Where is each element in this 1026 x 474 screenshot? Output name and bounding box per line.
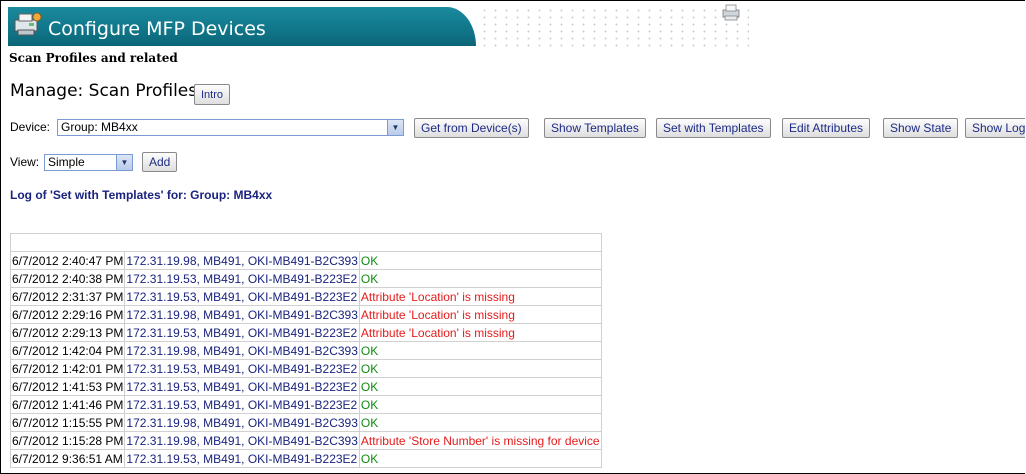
chevron-down-icon[interactable]: ▼ [387, 120, 403, 135]
log-device-cell: 172.31.19.53, MB491, OKI-MB491-B223E2 [124, 449, 360, 468]
table-row: 6/7/2012 2:29:13 PM 172.31.19.53, MB491, … [9, 323, 602, 342]
table-row: 6/7/2012 1:42:04 PM 172.31.19.98, MB491, … [9, 341, 602, 360]
table-row: 6/7/2012 1:41:46 PM 172.31.19.53, MB491, … [9, 395, 602, 414]
table-row: 6/7/2012 9:36:51 AM 172.31.19.53, MB491, … [9, 449, 602, 468]
log-time-cell: 6/7/2012 1:41:46 PM [9, 395, 126, 414]
mfp-device-icon [14, 12, 42, 36]
table-row [10, 233, 602, 252]
log-status-cell: OK [358, 269, 602, 288]
log-device-cell: 172.31.19.53, MB491, OKI-MB491-B223E2 [124, 359, 360, 378]
log-status-cell: OK [358, 377, 602, 396]
chevron-down-icon[interactable]: ▼ [116, 155, 132, 170]
log-time-cell: 6/7/2012 1:15:55 PM [9, 413, 126, 432]
log-device-cell: 172.31.19.53, MB491, OKI-MB491-B223E2 [124, 287, 360, 306]
log-time-cell: 6/7/2012 2:29:16 PM [9, 305, 126, 324]
log-status-cell: Attribute 'Location' is missing [358, 287, 602, 306]
log-time-cell: 6/7/2012 1:42:01 PM [9, 359, 126, 378]
get-from-devices-button[interactable]: Get from Device(s) [414, 118, 529, 138]
log-table-body: 6/7/2012 2:40:47 PM 172.31.19.98, MB491, … [9, 233, 602, 468]
log-time-cell: 6/7/2012 2:29:13 PM [9, 323, 126, 342]
log-time-cell: 6/7/2012 1:15:28 PM [9, 431, 126, 450]
log-heading: Log of 'Set with Templates' for: Group: … [10, 188, 273, 202]
printer-icon [722, 4, 740, 21]
log-status-cell: OK [358, 413, 602, 432]
device-select-value: Group: MB4xx [61, 120, 138, 134]
log-status-cell: Attribute 'Store Number' is missing for … [358, 431, 602, 450]
log-status-cell: OK [358, 359, 602, 378]
log-status-cell: OK [358, 251, 602, 270]
log-device-cell: 172.31.19.98, MB491, OKI-MB491-B2C393 [124, 413, 360, 432]
show-state-button[interactable]: Show State [883, 118, 959, 138]
log-time-cell: 6/7/2012 9:36:51 AM [9, 449, 126, 468]
log-device-cell: 172.31.19.53, MB491, OKI-MB491-B223E2 [124, 269, 360, 288]
log-time-cell: 6/7/2012 1:42:04 PM [9, 341, 126, 360]
table-row: 6/7/2012 2:29:16 PM 172.31.19.98, MB491, … [9, 305, 602, 324]
add-button[interactable]: Add [142, 152, 178, 172]
log-device-cell: 172.31.19.98, MB491, OKI-MB491-B2C393 [124, 341, 360, 360]
manage-heading: Manage: Scan Profiles [10, 81, 198, 101]
table-row: 6/7/2012 2:40:38 PM 172.31.19.53, MB491, … [9, 269, 602, 288]
show-templates-button[interactable]: Show Templates [544, 118, 646, 138]
table-row: 6/7/2012 1:15:55 PM 172.31.19.98, MB491, … [9, 413, 602, 432]
device-select[interactable]: Group: MB4xx ▼ [57, 119, 404, 136]
log-time-cell: 6/7/2012 2:31:37 PM [9, 287, 126, 306]
log-table: 6/7/2012 2:40:47 PM 172.31.19.98, MB491, … [9, 233, 602, 468]
page-subtitle: Scan Profiles and related [9, 51, 178, 65]
log-status-cell: OK [358, 449, 602, 468]
header-banner: Configure MFP Devices [8, 7, 476, 46]
table-row: 6/7/2012 1:42:01 PM 172.31.19.53, MB491, … [9, 359, 602, 378]
log-device-cell: 172.31.19.98, MB491, OKI-MB491-B2C393 [124, 305, 360, 324]
log-time-cell: 6/7/2012 2:40:38 PM [9, 269, 126, 288]
log-status-cell: OK [358, 395, 602, 414]
table-cell [10, 233, 602, 252]
view-label: View: [10, 155, 40, 169]
view-select-value: Simple [48, 155, 85, 169]
log-device-cell: 172.31.19.98, MB491, OKI-MB491-B2C393 [124, 251, 360, 270]
table-row: 6/7/2012 1:41:53 PM 172.31.19.53, MB491, … [9, 377, 602, 396]
edit-attributes-button[interactable]: Edit Attributes [782, 118, 871, 138]
view-select[interactable]: Simple ▼ [44, 154, 133, 171]
app-title: Configure MFP Devices [48, 18, 266, 40]
intro-button[interactable]: Intro [194, 84, 231, 105]
log-time-cell: 6/7/2012 1:41:53 PM [9, 377, 126, 396]
show-log-button[interactable]: Show Log [965, 118, 1025, 138]
log-time-cell: 6/7/2012 2:40:47 PM [9, 251, 126, 270]
device-label: Device: [10, 120, 51, 134]
log-status-cell: OK [358, 341, 602, 360]
log-device-cell: 172.31.19.53, MB491, OKI-MB491-B223E2 [124, 395, 360, 414]
log-status-cell: Attribute 'Location' is missing [358, 323, 602, 342]
table-row: 6/7/2012 2:40:47 PM 172.31.19.98, MB491, … [9, 251, 602, 270]
log-status-cell: Attribute 'Location' is missing [358, 305, 602, 324]
log-device-cell: 172.31.19.53, MB491, OKI-MB491-B223E2 [124, 377, 360, 396]
log-device-cell: 172.31.19.53, MB491, OKI-MB491-B223E2 [124, 323, 360, 342]
table-row: 6/7/2012 1:15:28 PM 172.31.19.98, MB491, … [9, 431, 602, 450]
table-row: 6/7/2012 2:31:37 PM 172.31.19.53, MB491, … [9, 287, 602, 306]
set-with-templates-button[interactable]: Set with Templates [656, 118, 771, 138]
log-device-cell: 172.31.19.98, MB491, OKI-MB491-B2C393 [124, 431, 360, 450]
page-frame: Configure MFP Devices Scan Profiles and … [0, 0, 1025, 474]
banner-dot-pattern [479, 7, 749, 47]
